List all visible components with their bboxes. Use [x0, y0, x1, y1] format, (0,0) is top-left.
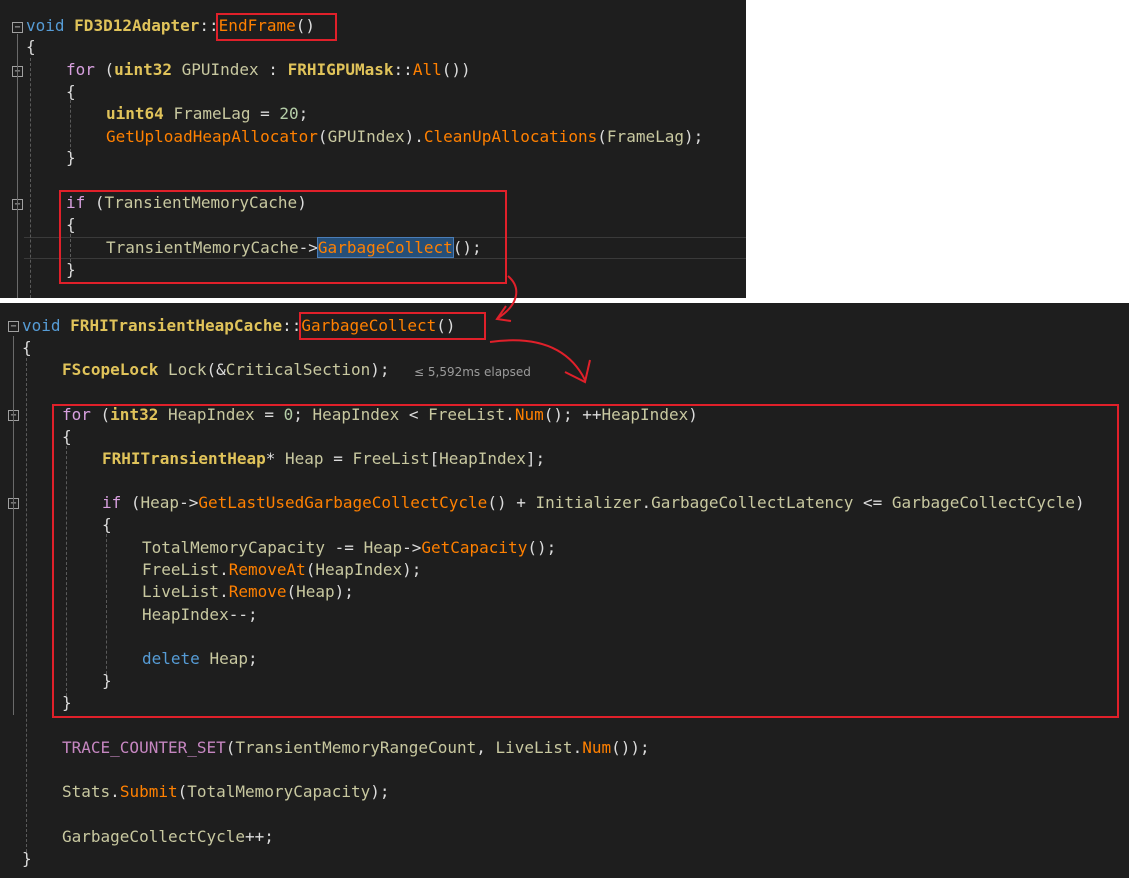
code-token: FRHITransientHeapCache: [70, 316, 283, 335]
code-token: uint32: [114, 60, 172, 79]
code-line: GarbageCollectCycle++;: [62, 826, 274, 848]
code-token: :: [258, 60, 288, 79]
annotation-box-for-loop: [52, 404, 1119, 718]
code-token: ;: [298, 104, 309, 123]
code-token: FrameLag: [173, 104, 251, 123]
code-token: FRHIGPUMask: [287, 60, 394, 79]
code-token: LiveList: [495, 738, 573, 757]
indent-guide: [70, 100, 71, 152]
code-token: Num: [582, 738, 612, 757]
code-token: (: [177, 782, 188, 801]
fold-toggle-icon[interactable]: −: [12, 22, 23, 33]
fold-guide: [13, 700, 14, 715]
code-token: {: [22, 338, 32, 357]
code-token: .: [572, 738, 583, 757]
code-token: ).: [404, 127, 424, 146]
code-token: (: [597, 127, 607, 146]
code-token: Lock: [167, 360, 207, 379]
code-token: ::: [393, 60, 413, 79]
code-token: GPUIndex: [181, 60, 259, 79]
indent-guide: [26, 358, 27, 852]
code-token: {: [66, 82, 76, 101]
code-token: TransientMemoryRangeCount: [235, 738, 477, 757]
code-token: FScopeLock: [62, 360, 159, 379]
code-token: GarbageCollectCycle: [62, 827, 246, 846]
code-token: FrameLag: [606, 127, 684, 146]
code-token: ()): [441, 60, 471, 79]
code-token: void: [22, 316, 61, 335]
code-token: );: [683, 127, 704, 146]
code-line: {: [26, 36, 36, 58]
annotation-box-endframe: [216, 13, 337, 41]
code-token: 20: [279, 104, 299, 123]
code-token: ++;: [245, 827, 274, 846]
annotation-box-garbagecollect: [299, 312, 486, 340]
code-token: ());: [611, 738, 650, 757]
code-line: uint64 FrameLag = 20;: [106, 103, 308, 125]
code-token: (: [225, 738, 236, 757]
code-token: (: [317, 127, 328, 146]
code-token: FD3D12Adapter: [74, 16, 200, 35]
code-line: for (uint32 GPUIndex : FRHIGPUMask::All(…: [66, 59, 471, 81]
code-token: void: [26, 16, 65, 35]
code-token: (&: [206, 360, 226, 379]
code-token: GetUploadHeapAllocator: [106, 127, 318, 146]
code-line: TRACE_COUNTER_SET(TransientMemoryRangeCo…: [62, 737, 650, 759]
code-token: GPUIndex: [327, 127, 405, 146]
fold-guide: [17, 34, 18, 298]
annotation-box-if-block: [59, 190, 507, 284]
code-token: =: [250, 104, 280, 123]
code-line: Stats.Submit(TotalMemoryCapacity);: [62, 781, 390, 803]
code-token: );: [370, 782, 390, 801]
code-token: CriticalSection: [225, 360, 371, 379]
code-line: {: [22, 337, 32, 359]
code-token: );: [370, 360, 390, 379]
code-token: All: [412, 60, 442, 79]
code-line: FScopeLock Lock(&CriticalSection);: [62, 359, 390, 381]
code-token: Submit: [119, 782, 178, 801]
fold-guide: [13, 336, 14, 700]
code-token: (: [94, 60, 115, 79]
code-token: TRACE_COUNTER_SET: [62, 738, 226, 757]
indent-guide: [30, 58, 31, 298]
elapsed-time-hint: ≤ 5,592ms elapsed: [414, 365, 531, 379]
code-line: GetUploadHeapAllocator(GPUIndex).CleanUp…: [106, 126, 703, 148]
code-token: .: [110, 782, 120, 801]
code-token: ,: [476, 738, 496, 757]
fold-toggle-icon[interactable]: −: [8, 321, 19, 332]
code-token: CleanUpAllocations: [423, 127, 598, 146]
code-token: {: [26, 37, 36, 56]
code-token: TotalMemoryCapacity: [187, 782, 371, 801]
code-token: for: [66, 60, 95, 79]
code-token: uint64: [106, 104, 164, 123]
code-token: Stats: [62, 782, 111, 801]
